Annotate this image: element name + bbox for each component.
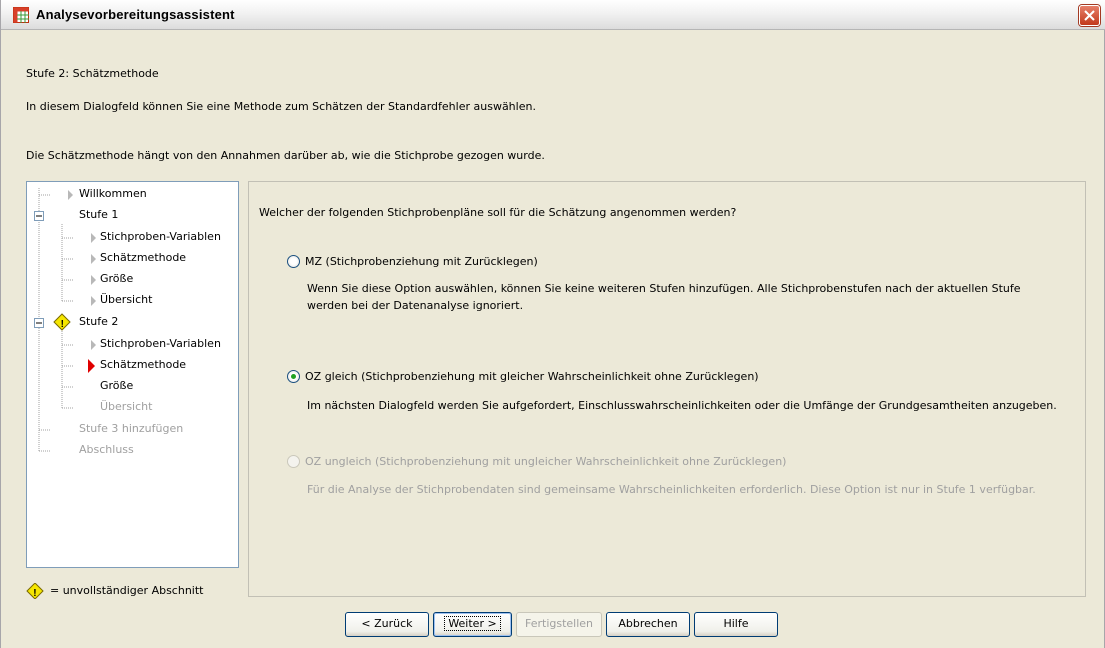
option-oz-ungleich-description: Für die Analyse der Stichprobendaten sin…: [307, 483, 1036, 496]
window-title: Analysevorbereitungsassistent: [36, 7, 235, 22]
option-oz-gleich-description: Im nächsten Dialogfeld werden Sie aufgef…: [307, 399, 1057, 412]
step-title: Stufe 2: Schätzmethode: [26, 67, 159, 80]
legend-label: = unvollständiger Abschnitt: [50, 584, 204, 597]
option-mz-description-1: Wenn Sie diese Option auswählen, können …: [307, 282, 1021, 295]
app-table-icon: [13, 7, 29, 23]
question-text: Welcher der folgenden Stichprobenpläne s…: [259, 206, 737, 219]
intro-text-2: Die Schätzmethode hängt von den Annahmen…: [26, 149, 545, 162]
warning-icon: !: [26, 583, 44, 599]
finish-button: Fertigstellen: [516, 612, 602, 637]
dialog-window: Analysevorbereitungsassistent Stufe 2: S…: [0, 0, 1105, 648]
close-button[interactable]: [1079, 5, 1100, 26]
title-bar: Analysevorbereitungsassistent: [1, 0, 1105, 30]
nav-tree: ! Willkommen Stufe 1 Stichproben-Variabl…: [26, 181, 239, 568]
collapse-box-icon: [34, 211, 44, 221]
option-mz-description-2: werden bei der Datenanalyse ignoriert.: [307, 299, 524, 312]
help-button[interactable]: Hilfe: [694, 612, 778, 637]
back-button[interactable]: < Zurück: [345, 612, 429, 637]
radio-checked-icon: [287, 370, 300, 383]
intro-text-1: In diesem Dialogfeld können Sie eine Met…: [26, 100, 536, 113]
content-panel: [248, 181, 1086, 597]
option-oz-gleich-label: OZ gleich (Stichprobenziehung mit gleich…: [305, 370, 759, 383]
option-oz-ungleich-label: OZ ungleich (Stichprobenziehung mit ungl…: [305, 455, 787, 468]
close-icon: [1084, 10, 1095, 21]
radio-disabled-icon: [287, 455, 300, 468]
svg-text:!: !: [61, 319, 64, 330]
next-button[interactable]: Weiter >: [433, 612, 512, 637]
radio-unchecked-icon: [287, 255, 300, 268]
option-mz-label: MZ (Stichprobenziehung mit Zurücklegen): [305, 255, 538, 268]
cancel-button[interactable]: Abbrechen: [606, 612, 690, 637]
svg-text:!: !: [33, 588, 36, 599]
